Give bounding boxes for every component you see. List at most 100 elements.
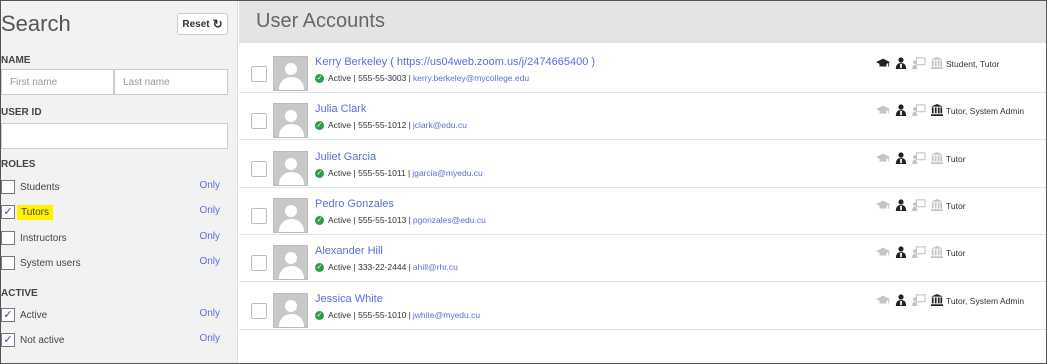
student-icon (876, 246, 890, 258)
status-text: Active (328, 215, 352, 225)
email-link[interactable]: jclark@edu.cu (413, 120, 467, 130)
roles-text: Student, Tutor (946, 59, 1000, 69)
active-checkbox[interactable]: ✓ (1, 308, 15, 322)
students-only-link[interactable]: Only (199, 180, 220, 191)
role-filter-instructors: Instructors Only (1, 231, 226, 249)
tutors-only-link[interactable]: Only (199, 205, 220, 216)
email-link[interactable]: jgarcia@myedu.cu (412, 168, 483, 178)
row-select-checkbox[interactable] (251, 208, 267, 224)
user-row[interactable]: Kerry Berkeley ( https://us04web.zoom.us… (239, 46, 1046, 93)
role-icons (876, 57, 944, 69)
students-label: Students (20, 182, 60, 193)
user-row[interactable]: Juliet Garcia ✓ Active | 555-55-1011 | jgar… (239, 141, 1046, 188)
user-name-link[interactable]: Julia Clark (315, 103, 366, 115)
student-icon (876, 152, 890, 164)
instructors-only-link[interactable]: Only (199, 231, 220, 242)
page-title: User Accounts (256, 10, 385, 32)
user-row[interactable]: Alexander Hill ✓ Active | 333-22-2444 | ahi… (239, 235, 1046, 282)
phone-text: 555-55-1013 (358, 215, 407, 225)
status-text: Active (328, 310, 352, 320)
phone-text: 555-55-3003 (358, 73, 407, 83)
tutors-checkbox[interactable]: ✓ (1, 205, 15, 219)
phone-text: 555-55-1012 (358, 120, 407, 130)
email-link[interactable]: jwhite@myedu.cu (413, 310, 480, 320)
avatar (273, 245, 308, 280)
not-active-only-link[interactable]: Only (199, 333, 220, 344)
active-section-label: ACTIVE (1, 288, 38, 299)
row-select-checkbox[interactable] (251, 161, 267, 177)
user-row[interactable]: Julia Clark ✓ Active | 555-55-1012 | jclark… (239, 93, 1046, 140)
reset-button[interactable]: Reset ↻ (177, 13, 228, 35)
phone-text: 555-55-1010 (358, 310, 407, 320)
email-link[interactable]: ahill@rhr.cu (413, 262, 458, 272)
check-circle-icon: ✓ (315, 120, 324, 130)
active-only-link[interactable]: Only (199, 308, 220, 319)
check-circle-icon: ✓ (315, 310, 324, 320)
status-text: Active (328, 120, 352, 130)
active-filter-not-active: ✓ Not active Only (1, 333, 226, 351)
avatar (273, 151, 308, 186)
student-icon (876, 199, 890, 211)
role-filter-system-users: System users Only (1, 256, 226, 274)
instructors-checkbox[interactable] (1, 231, 15, 245)
tutor-icon (894, 199, 908, 211)
admin-icon (930, 57, 944, 69)
tutor-icon (894, 246, 908, 258)
role-icons (876, 246, 944, 258)
system-users-checkbox[interactable] (1, 256, 15, 270)
instructor-icon (912, 294, 926, 306)
email-link[interactable]: pgonzales@edu.cu (413, 215, 486, 225)
admin-icon (930, 104, 944, 116)
roles-text: Tutor, System Admin (946, 106, 1025, 116)
last-name-input[interactable]: Last name (114, 69, 228, 95)
system-users-only-link[interactable]: Only (199, 256, 220, 267)
user-accounts-panel: User Accounts Kerry Berkeley ( https://u… (239, 1, 1046, 363)
user-row[interactable]: Pedro Gonzales ✓ Active | 555-55-1013 | pgo… (239, 188, 1046, 235)
check-circle-icon: ✓ (315, 168, 324, 178)
admin-icon (930, 199, 944, 211)
user-row[interactable]: Jessica White ✓ Active | 555-55-1010 | jwhi… (239, 283, 1046, 330)
check-circle-icon: ✓ (315, 215, 324, 225)
search-panel: Search Reset ↻ NAME First name Last name… (1, 1, 238, 363)
user-name-link[interactable]: Juliet Garcia (315, 151, 376, 163)
not-active-checkbox[interactable]: ✓ (1, 333, 15, 347)
user-meta: ✓ Active | 555-55-1010 | jwhite@myedu.cu (315, 310, 481, 320)
search-title: Search (1, 11, 71, 36)
user-meta: ✓ Active | 555-55-1011 | jgarcia@myedu.cu (315, 168, 483, 178)
user-name-link[interactable]: Kerry Berkeley ( https://us04web.zoom.us… (315, 56, 595, 68)
user-id-section-label: USER ID (1, 107, 42, 118)
row-select-checkbox[interactable] (251, 66, 267, 82)
row-select-checkbox[interactable] (251, 303, 267, 319)
user-meta: ✓ Active | 555-55-1012 | jclark@edu.cu (315, 120, 467, 130)
active-filter-active: ✓ Active Only (1, 308, 226, 326)
reset-label: Reset (182, 18, 210, 30)
role-icons (876, 294, 944, 306)
not-active-label: Not active (20, 335, 65, 346)
email-link[interactable]: kerry.berkeley@mycollege.edu (413, 73, 529, 83)
row-select-checkbox[interactable] (251, 113, 267, 129)
user-id-input[interactable] (1, 123, 228, 149)
row-select-checkbox[interactable] (251, 255, 267, 271)
tutor-icon (894, 104, 908, 116)
avatar (273, 56, 308, 91)
user-name-link[interactable]: Pedro Gonzales (315, 198, 394, 210)
check-circle-icon: ✓ (315, 262, 324, 272)
user-meta: ✓ Active | 333-22-2444 | ahill@rhr.cu (315, 262, 458, 272)
students-checkbox[interactable] (1, 180, 15, 194)
first-name-input[interactable]: First name (1, 69, 114, 95)
roles-text: Tutor (946, 201, 966, 211)
name-section-label: NAME (1, 55, 31, 66)
instructor-icon (912, 199, 926, 211)
user-name-link[interactable]: Alexander Hill (315, 245, 383, 257)
tutors-label: Tutors (17, 205, 53, 220)
avatar (273, 293, 308, 328)
system-users-label: System users (20, 258, 81, 269)
role-filter-students: Students Only (1, 180, 226, 198)
tutor-icon (894, 294, 908, 306)
avatar (273, 103, 308, 138)
active-label: Active (20, 310, 48, 321)
user-name-link[interactable]: Jessica White (315, 293, 383, 305)
user-meta: ✓ Active | 555-55-1013 | pgonzales@edu.cu (315, 215, 486, 225)
phone-text: 555-55-1011 (358, 168, 406, 178)
roles-text: Tutor, System Admin (946, 296, 1025, 306)
